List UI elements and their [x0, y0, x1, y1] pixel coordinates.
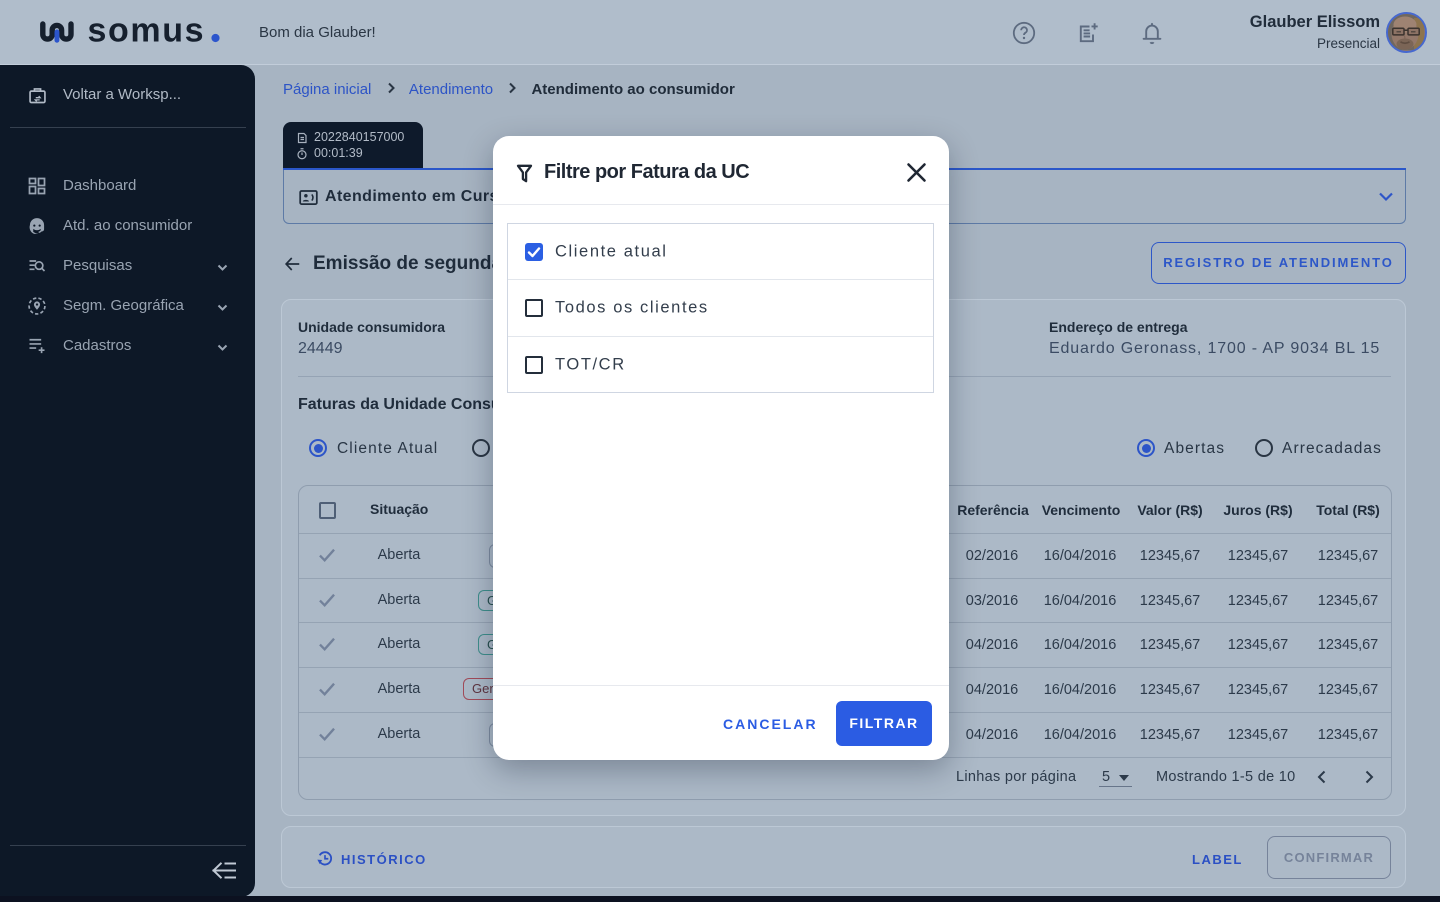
- svg-text:somus: somus: [88, 11, 206, 49]
